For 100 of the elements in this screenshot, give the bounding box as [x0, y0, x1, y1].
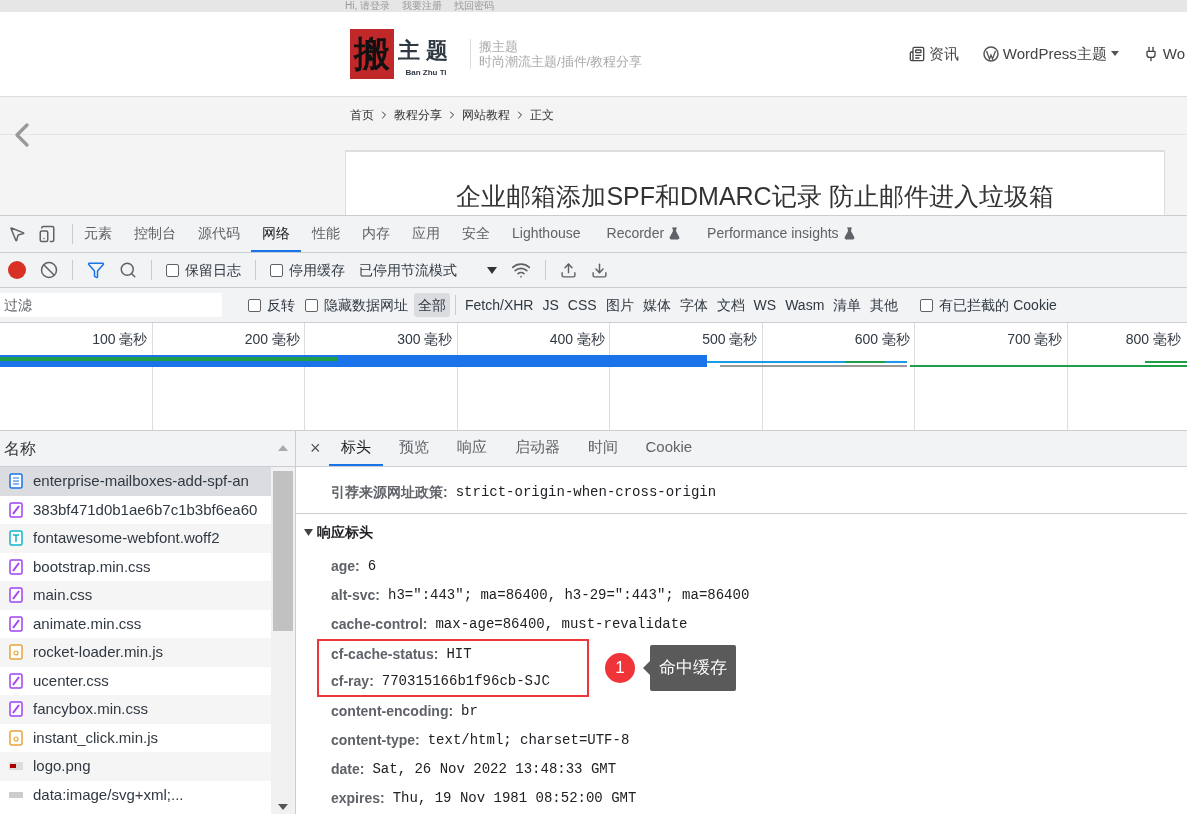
upload-icon[interactable] [560, 261, 577, 279]
request-name: ucenter.css [33, 670, 109, 691]
type-filter[interactable]: 文档 [712, 293, 749, 317]
download-icon[interactable] [591, 261, 608, 279]
devtools-tab[interactable]: Lighthouse [501, 216, 592, 252]
header-name: content-type: [331, 731, 420, 750]
devtools-tab[interactable]: 控制台 [123, 216, 187, 252]
image-file-icon [9, 762, 23, 771]
stylesheet-file-icon [9, 672, 23, 689]
request-row[interactable]: main.css [0, 581, 271, 610]
clear-icon[interactable] [40, 261, 58, 279]
device-toolbar-icon[interactable] [38, 225, 56, 243]
type-filter[interactable]: 图片 [601, 293, 638, 317]
request-name: enterprise-mailboxes-add-spf-an [33, 471, 249, 491]
detail-tab[interactable]: 标头 [328, 431, 383, 466]
checkbox[interactable] [270, 263, 283, 277]
request-name: animate.min.css [33, 613, 142, 634]
type-filter[interactable]: Wasm [781, 293, 829, 317]
breadcrumb-link[interactable]: 首页 [350, 106, 374, 124]
breadcrumb-link[interactable]: 正文 [530, 106, 554, 124]
checkbox[interactable] [305, 298, 318, 312]
flask-icon [668, 226, 682, 240]
time-tick-label: 600 毫秒 [854, 330, 910, 349]
caret-icon [1110, 51, 1119, 57]
devtools-tab[interactable]: 性能 [301, 216, 351, 252]
tagline-subtitle: 时尚潮流主题/插件/教程分享 [479, 53, 643, 69]
scroll-down-icon [278, 804, 288, 810]
breadcrumb-link[interactable]: 教程分享 [394, 106, 442, 124]
time-tick-label: 400 毫秒 [549, 330, 605, 349]
devtools-tab[interactable]: 安全 [451, 216, 501, 252]
devtools-tab[interactable]: Performance insights [696, 216, 867, 252]
wordpress-icon [982, 45, 999, 62]
nav-link[interactable]: 资讯 [908, 42, 959, 65]
nav-link[interactable]: WordPress主题 [982, 42, 1119, 65]
request-name: logo.png [33, 756, 91, 776]
checkbox[interactable] [920, 298, 934, 312]
stylesheet-file-icon [9, 501, 23, 518]
throttling-dropdown[interactable]: 已停用节流模式 [359, 259, 497, 281]
type-filter[interactable]: 清单 [829, 293, 866, 317]
breadcrumb-link[interactable]: 网站教程 [462, 106, 510, 124]
request-row[interactable]: fancybox.min.css [0, 695, 271, 724]
script-file-icon [9, 644, 23, 661]
time-tick-label: 700 毫秒 [1007, 330, 1063, 349]
header-value: Thu, 19 Nov 1981 08:52:00 GMT [392, 789, 637, 808]
header-name: cf-cache-status: [331, 645, 439, 664]
stylesheet-file-icon [9, 587, 23, 604]
request-row[interactable]: fontawesome-webfont.woff2 [0, 524, 271, 553]
caret-icon [487, 266, 497, 274]
filter-icon[interactable] [87, 261, 105, 279]
header-name: alt-svc: [331, 586, 381, 605]
devtools-tab[interactable]: Recorder [595, 216, 693, 252]
type-filter[interactable]: CSS [563, 293, 601, 317]
filter-field[interactable]: 过滤 [0, 293, 222, 317]
search-icon[interactable] [119, 261, 137, 279]
time-tick-label: 100 毫秒 [92, 330, 148, 349]
checkbox-label: 有已拦截的 Cookie [939, 295, 1057, 315]
devtools-tab[interactable]: 内存 [351, 216, 401, 252]
detail-tab[interactable]: 启动器 [502, 431, 572, 466]
devtools-tab[interactable]: 元素 [73, 216, 123, 252]
type-filter[interactable]: 媒体 [638, 293, 675, 317]
type-filter[interactable]: 全部 [414, 293, 450, 317]
devtools-tab[interactable]: 应用 [401, 216, 451, 252]
article-title: 企业邮箱添加SPF和DMARC记录 防止邮件进入垃圾箱 [456, 180, 1054, 212]
detail-tab[interactable]: Cookie [633, 431, 705, 466]
time-tick-label: 200 毫秒 [244, 330, 300, 349]
type-filter[interactable]: 字体 [675, 293, 712, 317]
close-button[interactable]: × [306, 431, 325, 466]
devtools-tab[interactable]: 源代码 [187, 216, 251, 252]
type-filter[interactable]: JS [538, 293, 563, 317]
logo-mark: 搬 [350, 28, 394, 79]
inspect-element-icon[interactable] [8, 225, 26, 243]
detail-tab[interactable]: 时间 [575, 431, 630, 466]
expanded-triangle-icon [304, 527, 313, 537]
detail-tab[interactable]: 响应 [444, 431, 499, 466]
scroll-up-icon [278, 445, 288, 451]
checkbox[interactable] [248, 298, 261, 312]
time-tick-label: 300 毫秒 [397, 330, 453, 349]
section-header[interactable]: 响应标头 [296, 514, 1187, 550]
header-value: 770315166b1f96cb-SJC [381, 672, 550, 691]
request-row[interactable]: logo.png [0, 752, 271, 781]
checkbox-label: 反转 [267, 295, 295, 315]
type-filter[interactable]: 其他 [866, 293, 903, 317]
request-row[interactable]: rocket-loader.min.js [0, 638, 271, 667]
time-tick-label: 500 毫秒 [702, 330, 758, 349]
record-button[interactable] [8, 261, 26, 279]
column-header[interactable]: 名称 [4, 436, 36, 461]
header-name: age: [331, 557, 360, 576]
type-filter[interactable]: Fetch/XHR [461, 293, 538, 317]
type-filter[interactable]: WS [749, 293, 781, 317]
request-row[interactable]: enterprise-mailboxes-add-spf-an [0, 467, 271, 496]
logo-name: 主题 [398, 35, 454, 65]
header-name: cf-ray: [331, 672, 374, 691]
header-name: cache-control: [331, 615, 428, 634]
header-name: content-encoding: [331, 702, 454, 721]
detail-tab[interactable]: 预览 [386, 431, 441, 466]
network-conditions-icon[interactable] [511, 260, 531, 280]
nav-link[interactable]: Wo [1142, 42, 1185, 65]
checkbox[interactable] [166, 263, 179, 277]
header-value: strict-origin-when-cross-origin [455, 482, 717, 502]
request-name: 383bf471d0b1ae6b7c1b3bf6ea60 [33, 499, 258, 520]
